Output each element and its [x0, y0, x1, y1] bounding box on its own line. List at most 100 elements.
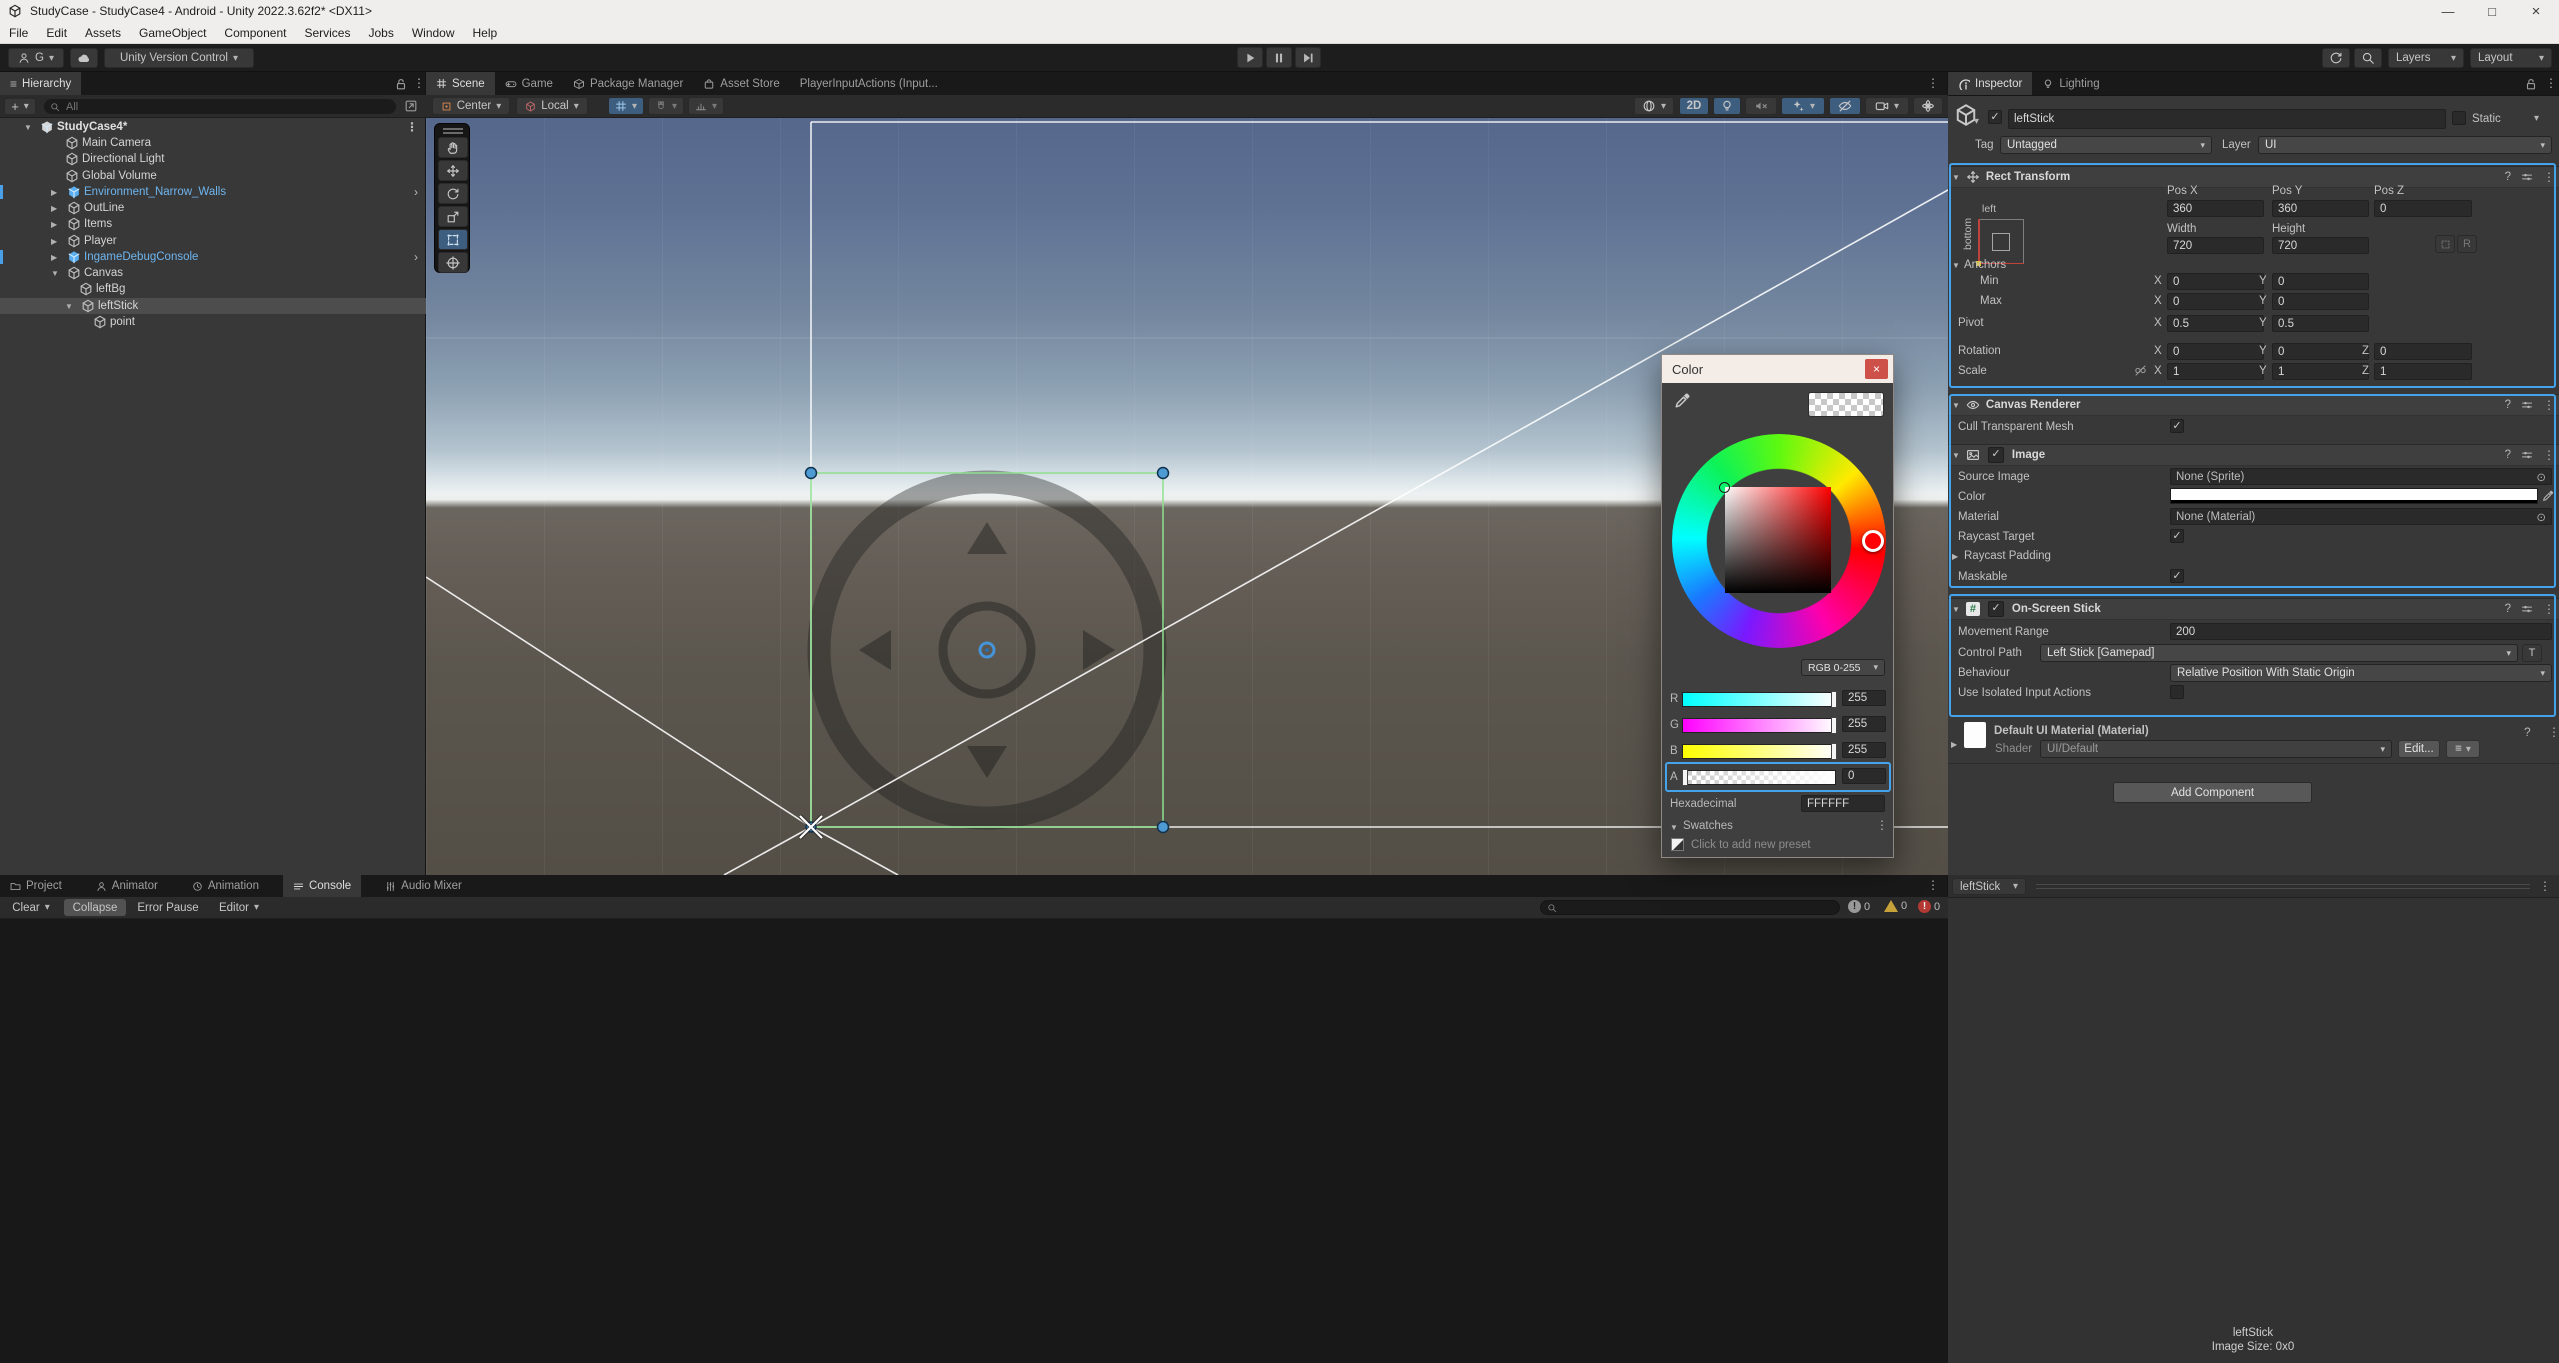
console-clear-button[interactable]: Clear ▾ [4, 899, 58, 916]
foldout-icon[interactable]: ▼ [1952, 451, 1960, 460]
rect-transform-header[interactable]: ▼ Rect Transform ?⋮ [1948, 166, 2559, 188]
eyedropper-icon[interactable] [1674, 391, 1692, 409]
tree-item[interactable]: Global Volume [0, 168, 426, 184]
a-slider[interactable] [1682, 770, 1836, 785]
tree-item-prefab[interactable]: ▶ IngameDebugConsole › [0, 249, 426, 265]
r-slider[interactable] [1682, 692, 1836, 707]
rect-tool-button[interactable] [438, 229, 468, 250]
kebab-icon[interactable]: ⋮ [2548, 725, 2559, 739]
foldout-icon[interactable]: ▶ [1951, 740, 1957, 749]
tab-game[interactable]: Game [495, 72, 563, 95]
help-icon[interactable]: ? [2505, 171, 2511, 183]
play-button[interactable] [1237, 47, 1263, 68]
orientation-button[interactable]: Local ▾ [516, 97, 588, 115]
static-caret[interactable]: ▾ [2534, 113, 2539, 124]
menu-window[interactable]: Window [403, 23, 464, 43]
kebab-icon[interactable]: ⋮ [2543, 448, 2555, 462]
close-button[interactable]: × [2516, 0, 2556, 23]
kebab-icon[interactable]: ⋮ [1876, 818, 1888, 832]
cull-transparent-mesh-checkbox[interactable]: ✓ [2170, 419, 2184, 433]
version-control-button[interactable]: Unity Version Control ▾ [104, 48, 254, 68]
add-component-button[interactable]: Add Component [2113, 782, 2312, 803]
tab-asset-store[interactable]: Asset Store [693, 72, 789, 95]
scene-picker-icon[interactable] [404, 99, 418, 113]
new-preset-swatch[interactable] [1671, 838, 1684, 851]
lock-icon[interactable] [2524, 77, 2538, 91]
control-path-text-button[interactable]: T [2522, 644, 2542, 662]
r-value-field[interactable]: 255 [1842, 690, 1886, 706]
move-tool-button[interactable] [438, 160, 468, 181]
camera-settings-button[interactable]: ▾ [1865, 97, 1909, 115]
pos-z-field[interactable]: 0 [2374, 200, 2472, 217]
tree-item[interactable]: Main Camera [0, 135, 426, 151]
preview-selector-dropdown[interactable]: leftStick ▾ [1952, 878, 2026, 895]
a-slider-thumb[interactable] [1682, 769, 1688, 786]
console-search[interactable] [1540, 900, 1840, 915]
active-checkbox[interactable]: ✓ [1988, 110, 2002, 124]
foldout-icon[interactable]: ▶ [51, 253, 64, 262]
tree-item[interactable]: point [0, 314, 426, 330]
audio-toggle[interactable] [1745, 97, 1777, 115]
shader-menu-button[interactable]: ≡ ▾ [2446, 740, 2480, 758]
menu-component[interactable]: Component [215, 23, 295, 43]
color-window-close-button[interactable]: × [1865, 359, 1888, 379]
b-slider-thumb[interactable] [1831, 743, 1837, 760]
maximize-button[interactable]: □ [2472, 0, 2512, 23]
anchor-max-x-field[interactable]: 0 [2167, 293, 2264, 310]
tree-item[interactable]: ▶Player [0, 233, 426, 249]
cloud-button[interactable] [70, 48, 98, 68]
raycast-target-checkbox[interactable]: ✓ [2170, 529, 2184, 543]
foldout-icon[interactable]: ▼ [65, 302, 78, 311]
image-header[interactable]: ▼ ✓ Image ?⋮ [1948, 444, 2559, 466]
tab-lighting[interactable]: Lighting [2032, 72, 2109, 95]
pivot-mode-button[interactable]: Center ▾ [432, 97, 510, 115]
tree-item[interactable]: leftBg [0, 281, 426, 297]
hex-field[interactable]: FFFFFF [1801, 795, 1885, 812]
step-button[interactable] [1295, 47, 1321, 68]
anchor-min-y-field[interactable]: 0 [2272, 273, 2369, 290]
pivot-y-field[interactable]: 0.5 [2272, 315, 2369, 332]
b-value-field[interactable]: 255 [1842, 742, 1886, 758]
help-icon[interactable]: ? [2524, 725, 2531, 739]
menu-file[interactable]: File [0, 23, 37, 43]
rotation-z-field[interactable]: 0 [2374, 343, 2472, 360]
tree-item[interactable]: Directional Light [0, 151, 426, 167]
kebab-icon[interactable]: ⋮ [2545, 76, 2557, 90]
prefab-open-arrow[interactable]: › [414, 250, 426, 264]
menu-services[interactable]: Services [295, 23, 359, 43]
component-enabled-checkbox[interactable]: ✓ [1988, 447, 2004, 463]
foldout-icon[interactable]: ▶ [51, 220, 64, 229]
pivot-x-field[interactable]: 0.5 [2167, 315, 2264, 332]
menu-edit[interactable]: Edit [37, 23, 76, 43]
foldout-icon[interactable]: ▼ [1952, 261, 1960, 270]
layer-dropdown[interactable]: UI ▾ [2258, 136, 2552, 154]
tab-inspector[interactable]: Inspector [1948, 72, 2032, 95]
tree-item-selected[interactable]: ▼leftStick [0, 298, 426, 314]
tab-audio-mixer[interactable]: Audio Mixer [375, 875, 472, 897]
raw-edit-button[interactable]: R [2457, 235, 2477, 253]
pause-button[interactable] [1266, 47, 1292, 68]
pos-x-field[interactable]: 360 [2167, 200, 2264, 217]
saturation-value-square[interactable] [1725, 487, 1831, 593]
search-button[interactable] [2354, 48, 2382, 68]
height-field[interactable]: 720 [2272, 237, 2369, 254]
tab-animator[interactable]: Animator [86, 875, 168, 897]
object-picker-icon[interactable]: ⊙ [2536, 470, 2546, 484]
presets-icon[interactable] [2521, 449, 2533, 461]
console-log-area[interactable] [0, 919, 1948, 1363]
menu-jobs[interactable]: Jobs [359, 23, 402, 43]
g-slider[interactable] [1682, 718, 1836, 733]
hue-selector-handle[interactable] [1862, 530, 1884, 552]
kebab-icon[interactable]: ⋮ [2543, 602, 2555, 616]
hierarchy-search[interactable] [44, 99, 396, 114]
console-error-counter[interactable]: ! 0 [1918, 900, 1940, 913]
2d-toggle[interactable]: 2D [1679, 97, 1709, 115]
pos-y-field[interactable]: 360 [2272, 200, 2369, 217]
maskable-checkbox[interactable]: ✓ [2170, 569, 2184, 583]
color-window-titlebar[interactable]: Color × [1662, 355, 1893, 383]
object-picker-icon[interactable]: ⊙ [2536, 510, 2546, 524]
behaviour-dropdown[interactable]: Relative Position With Static Origin ▾ [2170, 664, 2552, 682]
kebab-icon[interactable]: ⋮ [1927, 878, 1939, 892]
console-editor-dropdown[interactable]: Editor ▾ [210, 899, 268, 916]
console-warning-counter[interactable]: 0 [1884, 900, 1907, 912]
